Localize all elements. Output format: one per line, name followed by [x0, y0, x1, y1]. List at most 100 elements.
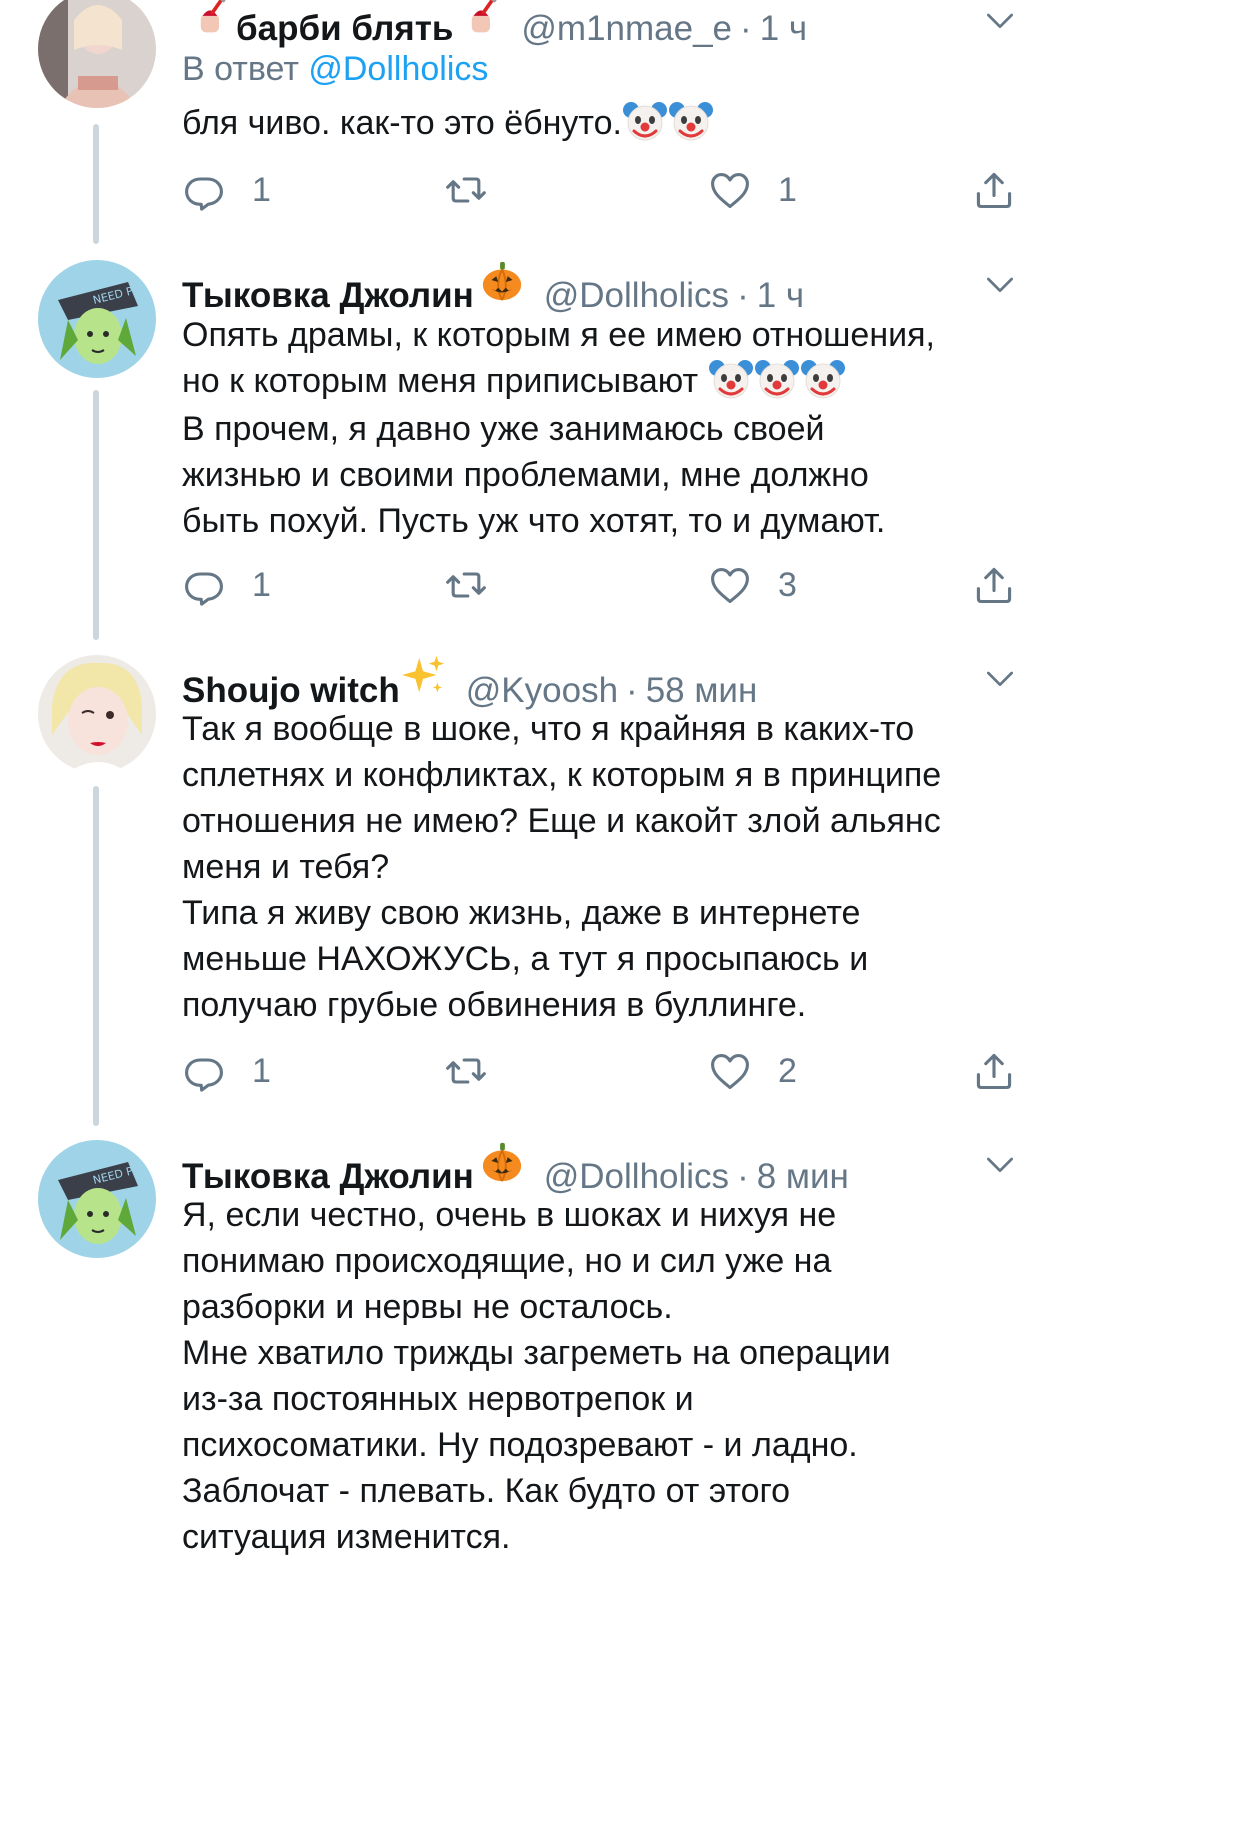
- like-icon: [708, 1049, 752, 1093]
- thread-line: [93, 124, 99, 244]
- tweet-header: Тыковка Джолин @Dollholics · 8 мин: [182, 1144, 849, 1197]
- tweet-text-line: из-за постоянных нервотрепок и: [182, 1380, 694, 1418]
- reply-mention-link[interactable]: @Dollholics: [308, 50, 488, 88]
- clown-emoji: [668, 98, 714, 144]
- share-button[interactable]: [972, 562, 1016, 608]
- avatar[interactable]: NEED PORN: [38, 260, 156, 378]
- reply-button[interactable]: 1: [182, 167, 271, 213]
- reply-button[interactable]: 1: [182, 1048, 271, 1094]
- tweet-actions: 1 3: [182, 562, 1022, 608]
- like-button[interactable]: 1: [708, 167, 797, 213]
- thread-line: [93, 786, 99, 1126]
- tweet-text-line: понимаю происходящие, но и сил уже на: [182, 1242, 832, 1280]
- thread-line: [93, 390, 99, 640]
- user-handle[interactable]: @Kyoosh: [466, 671, 618, 711]
- user-handle[interactable]: @Dollholics: [544, 1157, 729, 1197]
- reply-context: В ответ @Dollholics: [182, 50, 488, 89]
- nail-polish-emoji: [459, 0, 501, 36]
- reply-icon: [182, 168, 226, 212]
- separator-dot: ·: [737, 1157, 749, 1196]
- sparkles-emoji: [402, 654, 446, 698]
- reply-count: 1: [252, 170, 271, 209]
- display-name[interactable]: барби блять: [236, 9, 453, 49]
- timestamp[interactable]: 8 мин: [757, 1157, 849, 1197]
- tweet-text-line: но к которым меня приписывают: [182, 362, 699, 400]
- like-count: 3: [778, 565, 797, 604]
- tweet-text-line: Опять драмы, к которым я ее имею отношен…: [182, 316, 935, 354]
- separator-dot: ·: [626, 671, 638, 710]
- tweet-text-line: Типа я живу свою жизнь, даже в интернете: [182, 894, 861, 932]
- timestamp[interactable]: 1 ч: [757, 276, 804, 316]
- tweet-text: Опять драмы, к которым я ее имею отношен…: [182, 312, 1042, 544]
- reply-icon: [182, 563, 226, 607]
- tweet-text-line: разборки и нервы не осталось.: [182, 1288, 673, 1326]
- retweet-icon: [444, 563, 488, 607]
- reply-button[interactable]: 1: [182, 562, 271, 608]
- reply-count: 1: [252, 565, 271, 604]
- separator-dot: ·: [737, 276, 749, 315]
- clown-emoji: [708, 356, 754, 402]
- tweet-text: Я, если честно, очень в шоках и нихуя не…: [182, 1192, 1042, 1560]
- like-count: 1: [778, 170, 797, 209]
- tweet-text: Так я вообще в шоке, что я крайняя в как…: [182, 706, 1042, 1028]
- reply-count: 1: [252, 1051, 271, 1090]
- tweet-header: Shoujo witch @Kyoosh · 58 мин: [182, 658, 757, 711]
- tweet-text-line: получаю грубые обвинения в буллинге.: [182, 986, 807, 1024]
- share-button[interactable]: [972, 167, 1016, 213]
- tweet-text-line: отношения не имею? Еще и какойт злой аль…: [182, 802, 941, 840]
- tweet-header: барби блять @m1nmae_e · 1 ч: [182, 0, 807, 49]
- like-icon: [708, 168, 752, 212]
- retweet-button[interactable]: [444, 562, 488, 608]
- share-button[interactable]: [972, 1048, 1016, 1094]
- caret-down-icon[interactable]: [980, 1144, 1020, 1184]
- retweet-button[interactable]: [444, 167, 488, 213]
- tweet-text-line: В прочем, я давно уже занимаюсь своей: [182, 410, 825, 449]
- tweet-text-line: сплетнях и конфликтах, к которым я в при…: [182, 756, 942, 794]
- reply-icon: [182, 1049, 226, 1093]
- display-name[interactable]: Тыковка Джолин: [182, 1157, 474, 1197]
- like-button[interactable]: 3: [708, 562, 797, 608]
- retweet-icon: [444, 168, 488, 212]
- tweet-text-line: Мне хватило трижды загреметь на операции: [182, 1334, 891, 1372]
- tweet-text: бля чиво. как-то это ёбнуто.: [182, 100, 1042, 148]
- tweet-text-line: бля чиво. как-то это ёбнуто.: [182, 104, 622, 142]
- timestamp[interactable]: 1 ч: [760, 9, 807, 49]
- tweet-text-line: меньше НАХОЖУСЬ, а тут я просыпаюсь и: [182, 940, 869, 978]
- tweet-text-line: ситуация изменится.: [182, 1518, 511, 1556]
- caret-down-icon[interactable]: [980, 658, 1020, 698]
- tweet-header: Тыковка Джолин @Dollholics · 1 ч: [182, 263, 804, 316]
- tweet-text-line: психосоматики. Ну подозревают - и ладно.: [182, 1426, 858, 1464]
- user-handle[interactable]: @m1nmae_e: [521, 9, 732, 49]
- retweet-icon: [444, 1049, 488, 1093]
- tweet-text-line: Я, если честно, очень в шоках и нихуя не: [182, 1196, 837, 1234]
- display-name[interactable]: Тыковка Джолин: [182, 276, 474, 316]
- clown-emoji: [754, 356, 800, 402]
- share-icon: [972, 1049, 1016, 1093]
- retweet-button[interactable]: [444, 1048, 488, 1094]
- avatar[interactable]: [38, 655, 156, 773]
- nail-polish-emoji: [188, 0, 230, 36]
- tweet-text-line: жизнью и своими проблемами, мне должно: [182, 456, 869, 495]
- timestamp[interactable]: 58 мин: [646, 671, 758, 711]
- tweet-text-line: Заблочат - плевать. Как будто от этого: [182, 1472, 791, 1510]
- tweet-actions: 1 2: [182, 1048, 1022, 1094]
- clown-emoji: [800, 356, 846, 402]
- avatar[interactable]: [38, 0, 156, 108]
- display-name[interactable]: Shoujo witch: [182, 671, 400, 711]
- avatar[interactable]: NEED PORN: [38, 1140, 156, 1258]
- tweet-text-line: Так я вообще в шоке, что я крайняя в как…: [182, 710, 915, 748]
- reply-prefix: В ответ: [182, 50, 299, 88]
- pumpkin-emoji: [480, 259, 524, 303]
- clown-emoji: [622, 98, 668, 144]
- tweet-text-line: быть похуй. Пусть уж что хотят, то и дум…: [182, 502, 886, 541]
- like-count: 2: [778, 1051, 797, 1090]
- like-icon: [708, 563, 752, 607]
- caret-down-icon[interactable]: [980, 264, 1020, 304]
- share-icon: [972, 168, 1016, 212]
- like-button[interactable]: 2: [708, 1048, 797, 1094]
- separator-dot: ·: [740, 9, 752, 48]
- user-handle[interactable]: @Dollholics: [544, 276, 729, 316]
- tweet-actions: 1 1: [182, 167, 1022, 213]
- caret-down-icon[interactable]: [980, 0, 1020, 40]
- share-icon: [972, 563, 1016, 607]
